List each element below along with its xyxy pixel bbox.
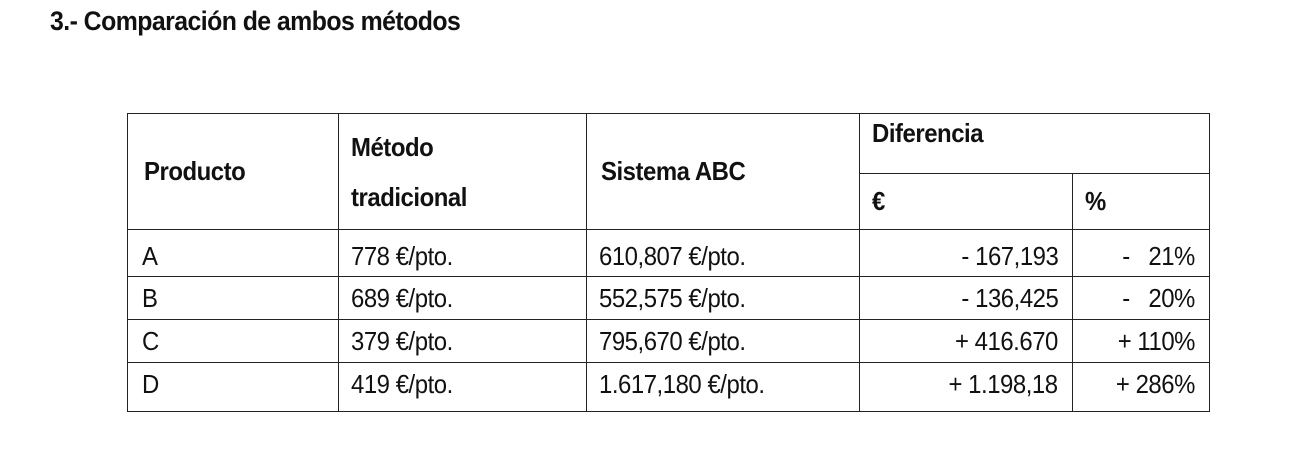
cell-sistema-abc: 795,670 €/pto.	[586, 319, 860, 363]
header-diferencia: Diferencia	[858, 113, 1211, 174]
cell-diferencia-pct: - 21%	[1071, 229, 1211, 277]
cell-diferencia-eur: - 167,193	[859, 229, 1073, 277]
cell-diferencia-eur: + 416.670	[859, 319, 1073, 363]
header-metodo-line1: Método	[351, 131, 434, 162]
cell-diferencia-pct: + 110%	[1071, 319, 1211, 363]
cell-tradicional: 379 €/pto.	[338, 319, 587, 363]
header-diferencia-pct: %	[1071, 173, 1211, 230]
cell-sistema-abc: 1.617,180 €/pto.	[586, 362, 860, 412]
cell-tradicional: 689 €/pto.	[338, 276, 587, 320]
cell-tradicional: 419 €/pto.	[338, 362, 587, 412]
table-row: C 379 €/pto. 795,670 €/pto. + 416.670 + …	[127, 319, 1211, 363]
cell-diferencia-eur: - 136,425	[859, 276, 1073, 320]
cell-producto: D	[127, 362, 339, 412]
cell-sistema-abc: 610,807 €/pto.	[586, 229, 860, 277]
cell-producto: A	[127, 229, 339, 277]
cell-producto: C	[127, 319, 339, 363]
comparison-table: Producto Método tradicional Sistema ABC …	[127, 113, 1211, 412]
header-metodo-line2: tradicional	[351, 181, 467, 212]
table-row: A 778 €/pto. 610,807 €/pto. - 167,193 - …	[127, 229, 1211, 277]
cell-producto: B	[127, 276, 339, 320]
cell-sistema-abc: 552,575 €/pto.	[586, 276, 860, 320]
table-row: B 689 €/pto. 552,575 €/pto. - 136,425 - …	[127, 276, 1211, 320]
cell-tradicional: 778 €/pto.	[338, 229, 587, 277]
page-title: 3.- Comparación de ambos métodos	[50, 6, 461, 36]
cell-diferencia-pct: + 286%	[1071, 362, 1211, 412]
header-diferencia-eur: €	[859, 173, 1073, 230]
header-producto: Producto	[127, 113, 339, 230]
table-row: D 419 €/pto. 1.617,180 €/pto. + 1.198,18…	[127, 362, 1211, 412]
header-metodo-tradicional: Método tradicional	[338, 113, 587, 230]
cell-diferencia-eur: + 1.198,18	[859, 362, 1073, 412]
cell-diferencia-pct: - 20%	[1071, 276, 1211, 320]
header-sistema-abc: Sistema ABC	[586, 113, 860, 230]
